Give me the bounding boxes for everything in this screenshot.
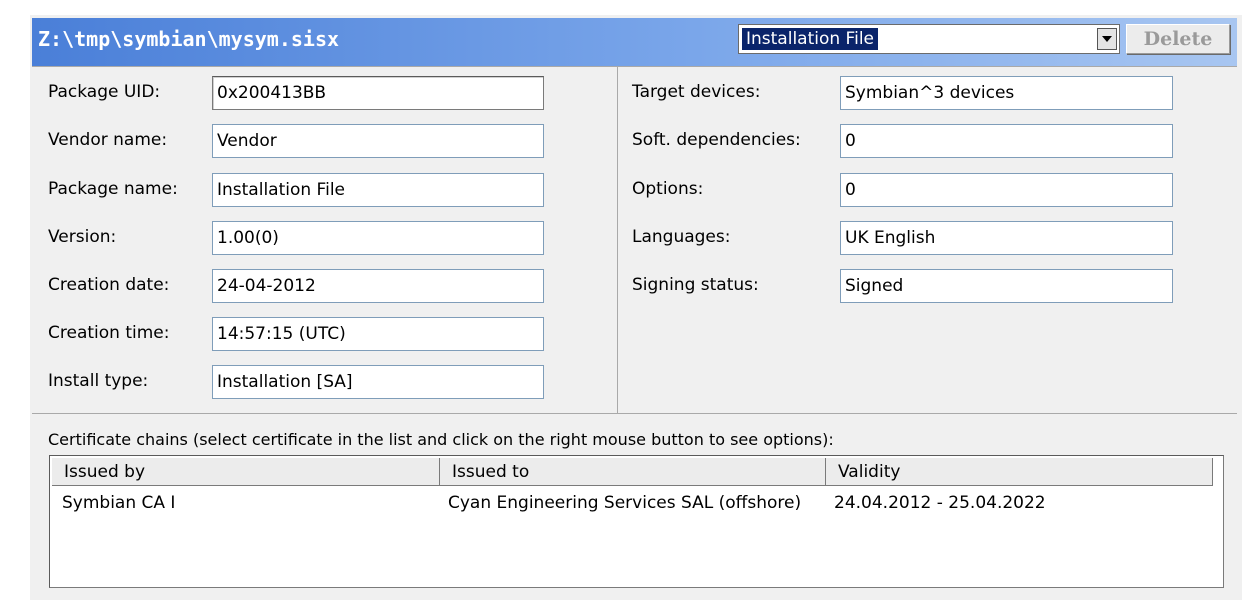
version-label: Version: [48, 227, 117, 247]
certificate-chains-caption: Certificate chains (select certificate i… [48, 430, 834, 449]
target-devices-label: Target devices: [632, 82, 761, 102]
vendor-name-field[interactable]: Vendor [212, 124, 544, 158]
target-devices-field[interactable]: Symbian^3 devices [840, 76, 1173, 110]
delete-button[interactable]: Delete [1126, 24, 1230, 54]
package-uid-field[interactable]: 0x200413BB [212, 76, 544, 110]
languages-field[interactable]: UK English [840, 221, 1173, 255]
cell-issued-to: Cyan Engineering Services SAL (offshore) [448, 493, 802, 513]
package-name-label: Package name: [48, 179, 178, 199]
package-uid-label: Package UID: [48, 82, 161, 102]
creation-time-label: Creation time: [48, 323, 170, 343]
install-type-field[interactable]: Installation [SA] [212, 365, 544, 399]
options-field[interactable]: 0 [840, 173, 1173, 207]
soft-dependencies-label: Soft. dependencies: [632, 130, 801, 150]
divider [617, 66, 618, 413]
package-name-field[interactable]: Installation File [212, 173, 544, 207]
creation-time-field[interactable]: 14:57:15 (UTC) [212, 317, 544, 351]
cell-issued-by: Symbian CA I [62, 493, 176, 513]
install-type-label: Install type: [48, 371, 149, 391]
certificate-chains-list[interactable]: Issued by Issued to Validity Symbian CA … [49, 455, 1224, 588]
file-type-dropdown[interactable]: Installation File [738, 24, 1120, 54]
dropdown-selected-value: Installation File [742, 28, 879, 50]
soft-dependencies-field[interactable]: 0 [840, 124, 1173, 158]
column-header-issued-by[interactable]: Issued by [52, 458, 440, 486]
version-field[interactable]: 1.00(0) [212, 221, 544, 255]
vendor-name-label: Vendor name: [48, 130, 168, 150]
signing-status-field[interactable]: Signed [840, 269, 1173, 303]
cell-validity: 24.04.2012 - 25.04.2022 [834, 493, 1046, 513]
creation-date-label: Creation date: [48, 275, 170, 295]
languages-label: Languages: [632, 227, 731, 247]
creation-date-field[interactable]: 24-04-2012 [212, 269, 544, 303]
divider [32, 66, 1237, 67]
divider [32, 413, 1237, 414]
app-window: Z:\tmp\symbian\mysym.sisx Installation F… [0, 0, 1252, 605]
signing-status-label: Signing status: [632, 275, 759, 295]
column-header-validity[interactable]: Validity [826, 458, 1213, 486]
chevron-down-icon[interactable] [1097, 28, 1117, 50]
file-path-title: Z:\tmp\symbian\mysym.sisx [38, 27, 340, 51]
options-label: Options: [632, 179, 704, 199]
column-header-issued-to[interactable]: Issued to [440, 458, 826, 486]
